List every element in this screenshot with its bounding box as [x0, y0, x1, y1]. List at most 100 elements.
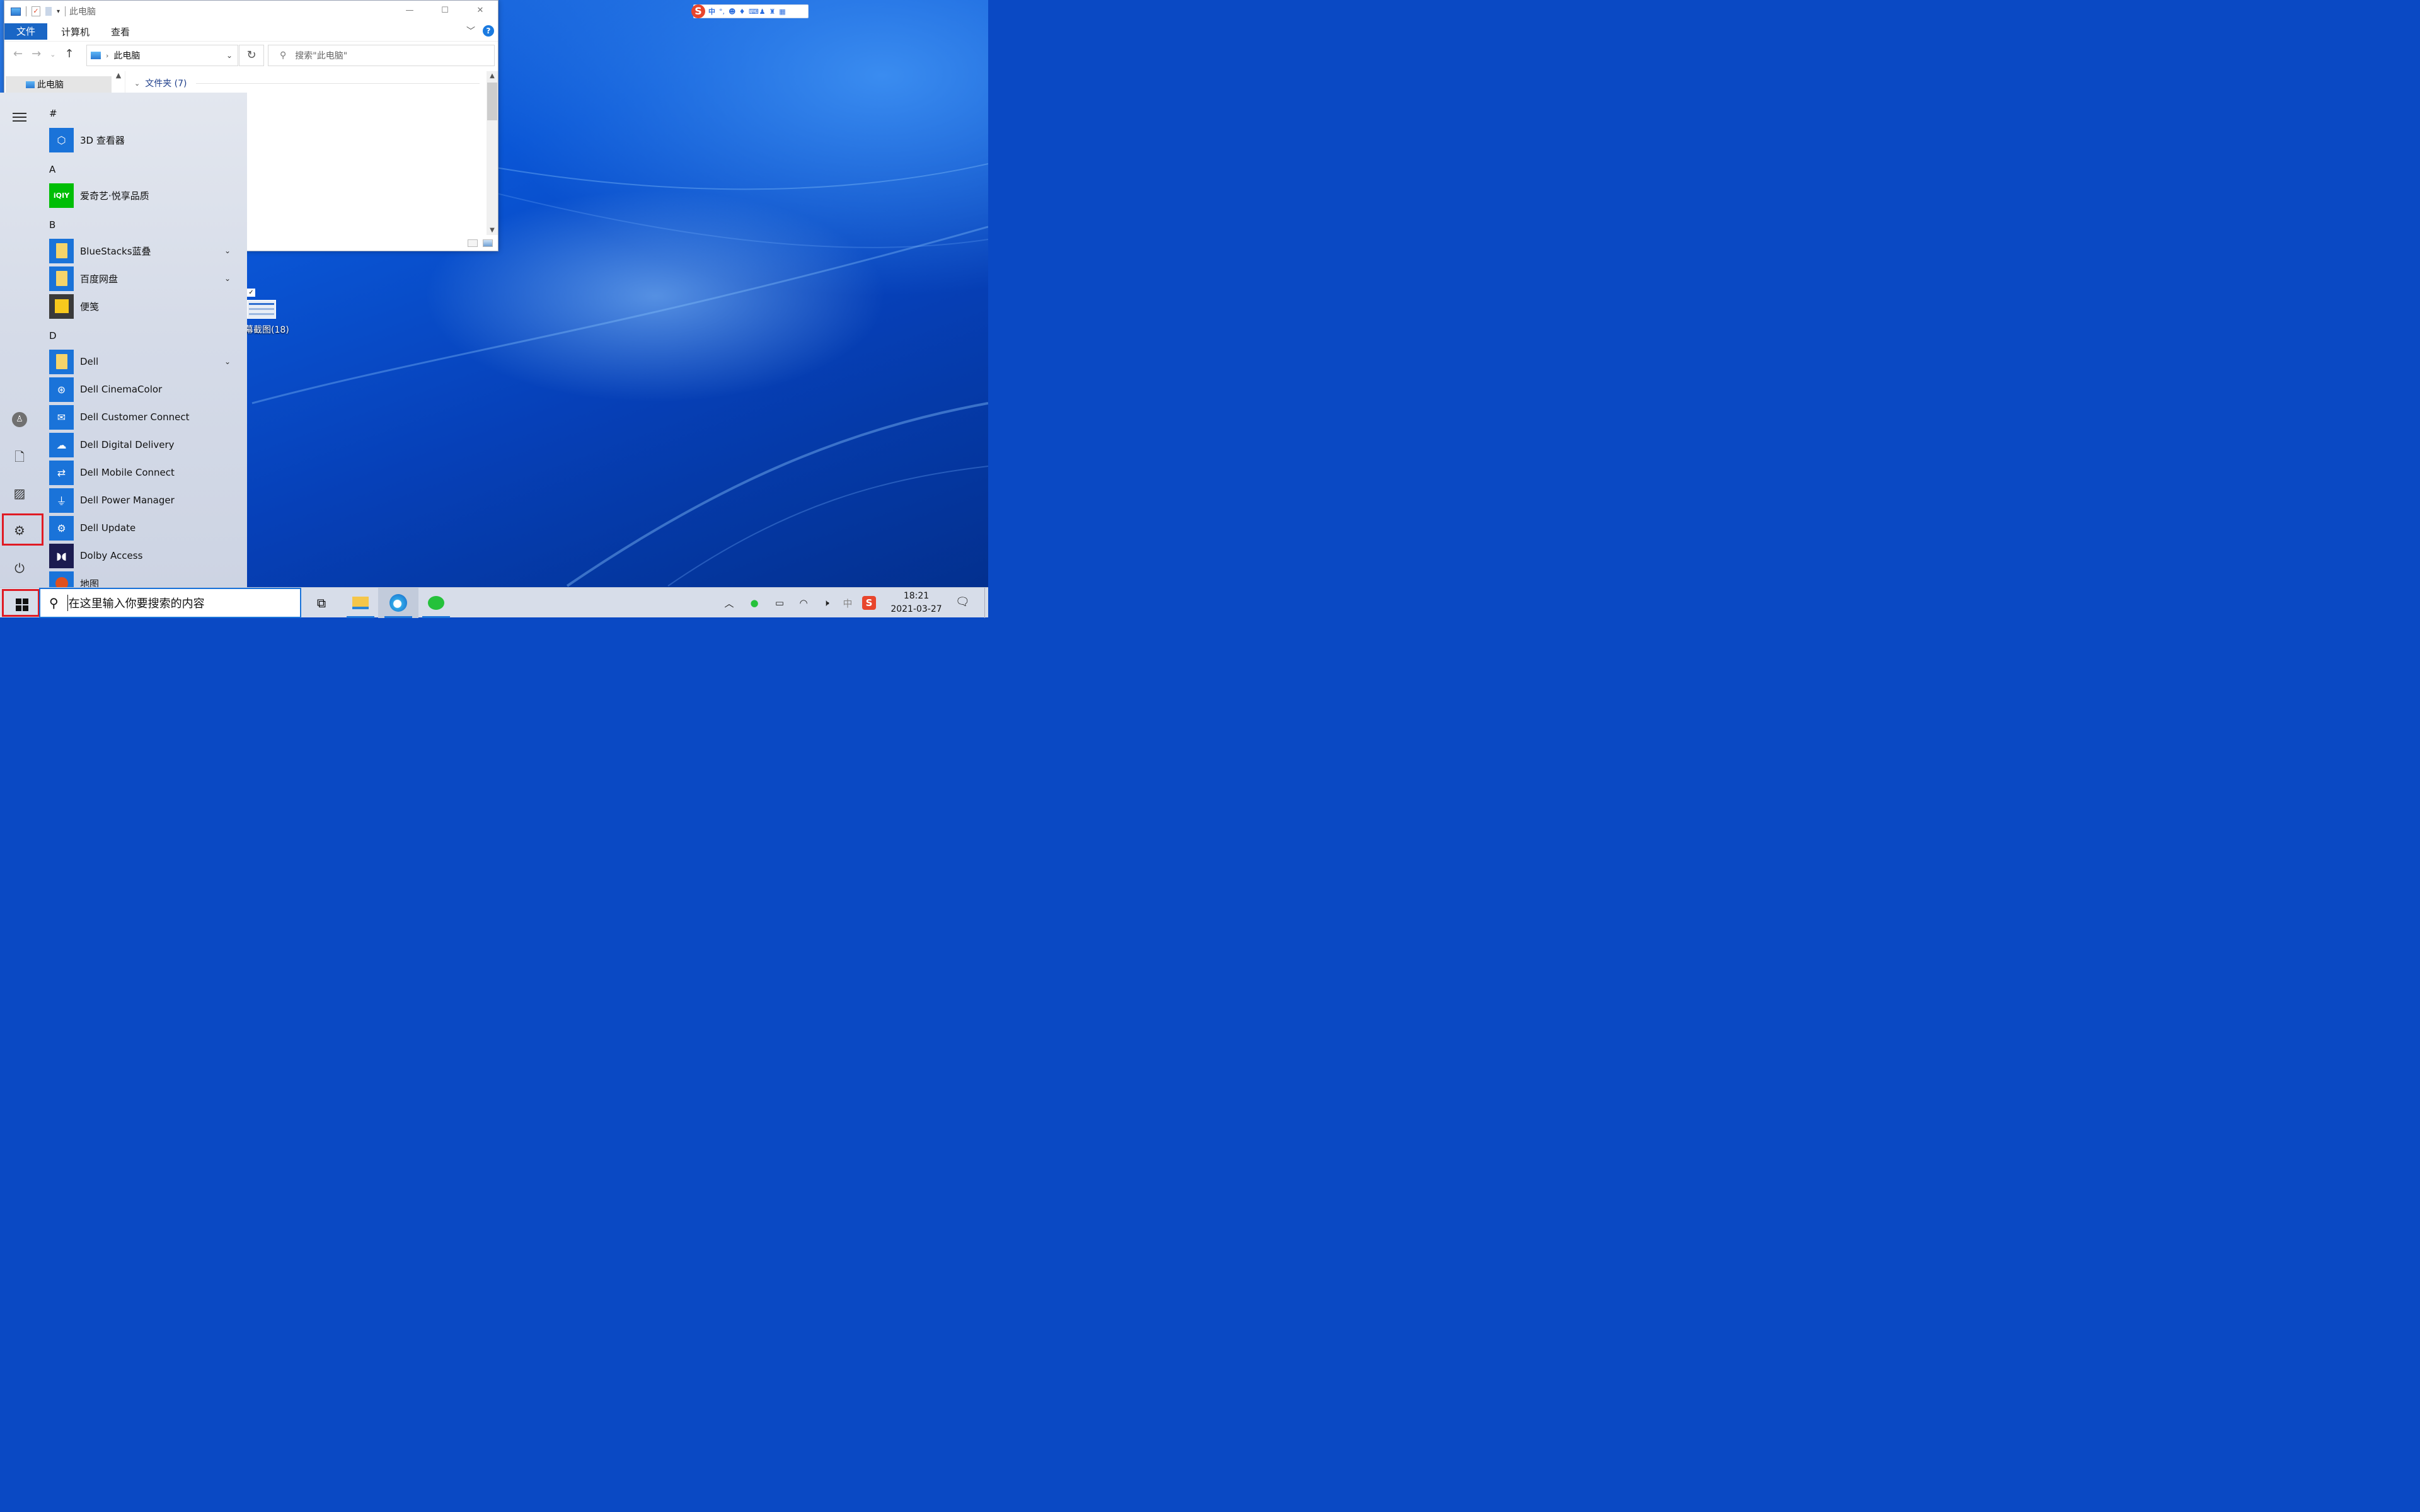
running-indicator: [347, 616, 374, 618]
search-input[interactable]: ⚲ 搜索"此电脑": [268, 45, 495, 66]
app-dell-power-manager[interactable]: ⏚ Dell Power Manager: [49, 488, 238, 513]
settings-highlight-box: [2, 513, 43, 546]
large-icons-view-icon[interactable]: [483, 239, 493, 247]
app-bluestacks[interactable]: BlueStacks蓝叠 ⌄: [49, 238, 238, 263]
hamburger-icon[interactable]: [13, 110, 26, 124]
start-button[interactable]: [2, 589, 40, 617]
up-arrow-icon[interactable]: ↑: [64, 47, 74, 62]
nav-item-label: 此电脑: [37, 80, 64, 90]
minimize-button[interactable]: —: [392, 1, 427, 22]
scroll-up-icon[interactable]: ▲: [487, 72, 498, 79]
new-folder-icon[interactable]: [45, 7, 52, 16]
separator: [65, 6, 66, 16]
expand-ribbon-icon[interactable]: ﹀: [466, 25, 475, 37]
tab-computer[interactable]: 计算机: [61, 25, 89, 38]
title-bar[interactable]: ✓ ▾ 此电脑 — ☐ ✕: [4, 1, 498, 22]
punctuation-icon[interactable]: °,: [718, 8, 725, 15]
address-bar[interactable]: › 此电脑 ⌄: [86, 45, 238, 66]
clock[interactable]: 18:21 2021-03-27: [886, 590, 947, 616]
customize-dropdown-icon[interactable]: ▾: [57, 8, 60, 15]
section-header[interactable]: #: [49, 108, 57, 119]
section-header[interactable]: D: [49, 330, 57, 341]
app-maps[interactable]: 地图: [49, 571, 238, 587]
app-dolby-access[interactable]: ◗◖ Dolby Access: [49, 543, 238, 568]
wechat-icon[interactable]: [416, 588, 456, 618]
desktop-icon-screenshot[interactable]: ✓ 幕截图(18): [245, 289, 291, 339]
file-explorer-taskbar-icon[interactable]: [340, 588, 381, 618]
ime-indicator[interactable]: 中: [838, 597, 857, 610]
document-icon[interactable]: 🗋: [10, 447, 29, 466]
properties-icon[interactable]: ✓: [32, 6, 40, 16]
app-baidu-netdisk[interactable]: 百度网盘 ⌄: [49, 266, 238, 291]
details-view-icon[interactable]: [468, 239, 478, 247]
wechat-tray-icon[interactable]: ●: [745, 597, 764, 609]
app-3d-viewer[interactable]: ⬡ 3D 查看器: [49, 127, 238, 152]
app-dell-digital-delivery[interactable]: ☁ Dell Digital Delivery: [49, 432, 238, 457]
running-indicator: [384, 616, 412, 618]
forward-arrow-icon[interactable]: →: [32, 47, 41, 62]
app-name: 爱奇艺·悦享品质: [80, 190, 149, 202]
tab-file[interactable]: 文件: [4, 23, 47, 40]
divider: [195, 83, 480, 84]
battery-icon[interactable]: ▭: [770, 597, 789, 609]
running-indicator: [422, 616, 450, 618]
collapse-chevron-icon[interactable]: ⌄: [134, 79, 140, 88]
vertical-scrollbar[interactable]: ▲ ▼: [487, 71, 498, 235]
app-name: 3D 查看器: [80, 134, 125, 146]
help-icon[interactable]: ?: [483, 25, 494, 37]
search-placeholder: 搜索"此电脑": [295, 51, 348, 61]
app-dell-customer-connect[interactable]: ✉ Dell Customer Connect: [49, 404, 238, 430]
chevron-down-icon[interactable]: ⌄: [224, 274, 231, 283]
sogou-tray-icon[interactable]: S: [862, 596, 876, 610]
app-sticky-notes[interactable]: 便笺: [49, 294, 238, 319]
ime-toolbar[interactable]: S 中 °, ☻ ♦ ⌨ ♟ ♜ ▦: [691, 4, 809, 18]
app-dell[interactable]: Dell ⌄: [49, 349, 238, 374]
power-icon[interactable]: ⏻: [10, 559, 29, 578]
user-icon[interactable]: ♙: [12, 412, 27, 427]
section-header[interactable]: B: [49, 219, 55, 231]
sogou-logo-icon[interactable]: S: [691, 4, 705, 18]
ime-mode[interactable]: 中: [708, 8, 715, 15]
start-menu: ♙ 🗋 ▨ ⚙ ⏻ # ⬡ 3D 查看器 A iQIY 爱奇艺·悦享品质 B B…: [0, 93, 247, 587]
chevron-down-icon[interactable]: ⌄: [224, 246, 231, 255]
address-dropdown-icon[interactable]: ⌄: [226, 51, 233, 60]
volume-muted-icon[interactable]: 🕨: [817, 597, 836, 609]
show-hidden-icons-icon[interactable]: ︿: [722, 597, 736, 610]
nav-item-this-pc[interactable]: 此电脑: [6, 76, 112, 94]
app-name: Dell Digital Delivery: [80, 439, 175, 450]
show-desktop-button[interactable]: [984, 588, 988, 618]
scroll-thumb[interactable]: [487, 83, 497, 120]
breadcrumb[interactable]: 此电脑: [113, 49, 140, 62]
emoji-icon[interactable]: ☻: [729, 8, 735, 15]
app-dell-update[interactable]: ⚙ Dell Update: [49, 515, 238, 541]
pictures-icon[interactable]: ▨: [10, 484, 29, 503]
tab-view[interactable]: 查看: [111, 25, 130, 38]
task-view-icon[interactable]: ⧉: [301, 588, 342, 618]
user-icon[interactable]: ♟: [759, 8, 766, 15]
refresh-icon[interactable]: ↻: [239, 45, 264, 66]
skin-icon[interactable]: ♜: [769, 8, 776, 15]
chevron-down-icon[interactable]: ⌄: [224, 357, 231, 366]
breadcrumb-chevron-icon[interactable]: ›: [106, 52, 108, 60]
back-arrow-icon[interactable]: ←: [13, 47, 23, 62]
microphone-icon[interactable]: ♦: [739, 8, 746, 15]
edge-browser-icon[interactable]: [378, 588, 418, 618]
group-header-folders[interactable]: ⌄ 文件夹 (7): [134, 77, 480, 89]
app-iqiyi[interactable]: iQIY 爱奇艺·悦享品质: [49, 183, 238, 208]
maximize-button[interactable]: ☐: [427, 1, 463, 22]
wifi-icon[interactable]: ◠: [794, 597, 813, 609]
toolbox-icon[interactable]: ▦: [779, 8, 786, 15]
scroll-down-icon[interactable]: ▼: [487, 227, 498, 234]
this-pc-icon[interactable]: [11, 7, 21, 16]
keyboard-icon[interactable]: ⌨: [749, 8, 759, 15]
section-header[interactable]: A: [49, 164, 55, 175]
update-gear-icon: ⚙: [49, 515, 74, 541]
folder-icon: [49, 238, 74, 263]
checkbox-icon[interactable]: ✓: [247, 289, 255, 297]
close-button[interactable]: ✕: [463, 1, 498, 22]
app-dell-cinemacolor[interactable]: ⊛ Dell CinemaColor: [49, 377, 238, 402]
recent-locations-icon[interactable]: ⌄: [50, 47, 55, 62]
app-dell-mobile-connect[interactable]: ⇄ Dell Mobile Connect: [49, 460, 238, 485]
action-center-icon[interactable]: 🗨: [955, 595, 970, 609]
taskbar-search-input[interactable]: ⚲ 在这里输入你要搜索的内容: [39, 588, 301, 618]
